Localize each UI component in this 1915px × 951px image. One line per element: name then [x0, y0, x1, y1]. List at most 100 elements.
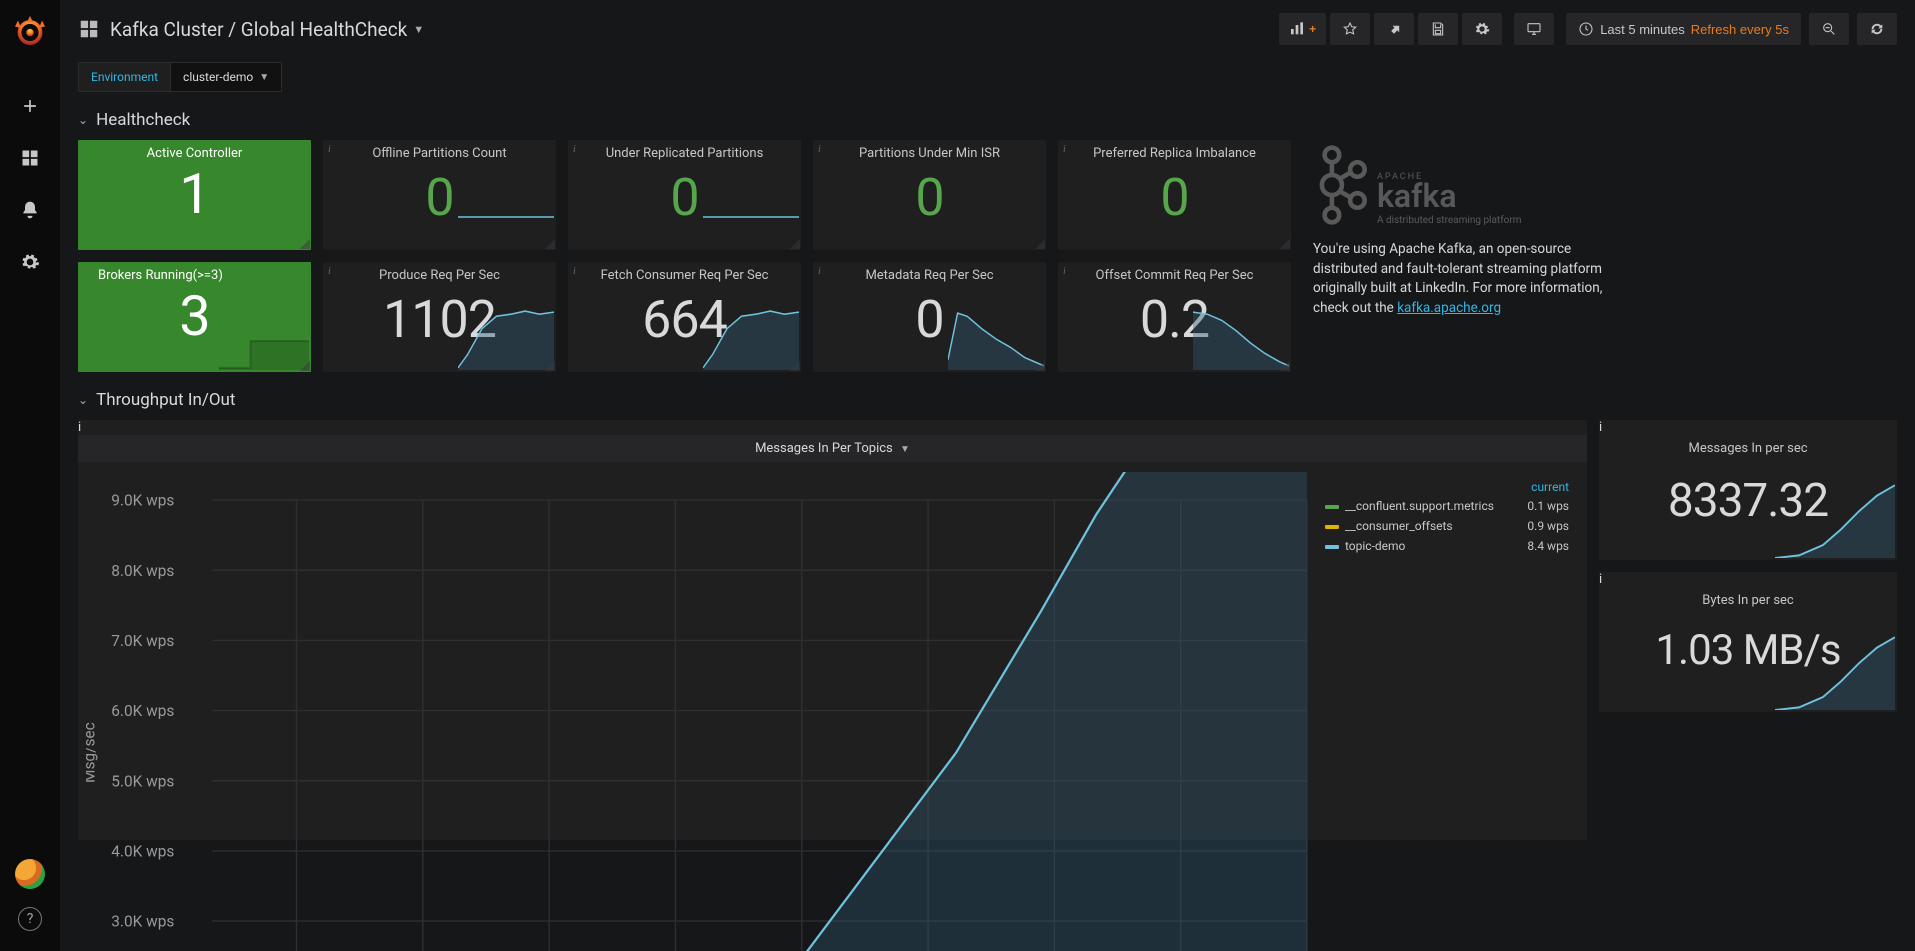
info-icon[interactable]: i: [1063, 144, 1066, 155]
info-icon[interactable]: i: [818, 266, 821, 277]
info-icon[interactable]: i: [1599, 420, 1602, 435]
panel-fetch-consumer[interactable]: i Fetch Consumer Req Per Sec 664: [568, 262, 801, 372]
time-picker-button[interactable]: Last 5 minutes Refresh every 5s: [1566, 13, 1801, 45]
nav-dashboards[interactable]: [10, 138, 50, 178]
bell-icon: [20, 200, 40, 220]
y-tick: 3.0K wps: [111, 913, 174, 931]
y-tick: 5.0K wps: [111, 772, 174, 790]
info-icon[interactable]: i: [818, 144, 821, 155]
chevron-down-icon: ▼: [900, 444, 910, 455]
panel-title: Bytes In per sec: [1599, 587, 1897, 608]
line-chart: 9.0K wps 8.0K wps 7.0K wps 6.0K wps 5.0K…: [86, 472, 1321, 951]
grafana-logo-icon: [12, 13, 48, 49]
info-icon[interactable]: i: [328, 144, 331, 155]
info-icon[interactable]: i: [573, 266, 576, 277]
nav-alerting[interactable]: [10, 190, 50, 230]
panel-messages-in-per-sec[interactable]: i Messages In per sec 8337.32: [1599, 420, 1897, 560]
panel-produce-req[interactable]: i Produce Req Per Sec 1102: [323, 262, 556, 372]
info-icon[interactable]: i: [1063, 266, 1066, 277]
panel-title-bar[interactable]: Messages In Per Topics ▼: [78, 435, 1587, 462]
panel-offset-commit[interactable]: i Offset Commit Req Per Sec 0.2: [1058, 262, 1291, 372]
resize-handle[interactable]: [790, 239, 800, 249]
info-icon[interactable]: i: [83, 144, 86, 155]
template-variable-row: Environment cluster-demo ▼: [78, 62, 1897, 92]
legend-value: 0.9 wps: [1518, 516, 1573, 536]
resize-handle[interactable]: [1035, 239, 1045, 249]
panel-under-replicated[interactable]: i Under Replicated Partitions 0: [568, 140, 801, 250]
info-icon[interactable]: i: [1599, 572, 1602, 587]
side-menu: ?: [0, 0, 60, 951]
panel-title: Brokers Running(>=3): [78, 262, 311, 283]
legend-name: __confluent.support.metrics: [1345, 499, 1494, 513]
resize-handle[interactable]: [1035, 361, 1045, 371]
panel-messages-in-per-topics[interactable]: i Messages In Per Topics ▼: [78, 420, 1587, 840]
save-button[interactable]: [1418, 13, 1458, 45]
legend-row[interactable]: __consumer_offsets 0.9 wps: [1321, 516, 1573, 536]
zoom-out-button[interactable]: [1809, 13, 1849, 45]
row-throughput-toggle[interactable]: ⌄ Throughput In/Out: [78, 390, 236, 410]
dashboard-title[interactable]: Kafka Cluster / Global HealthCheck ▼: [108, 18, 424, 41]
panel-under-min-isr[interactable]: i Partitions Under Min ISR 0: [813, 140, 1046, 250]
variable-value-text: cluster-demo: [183, 70, 253, 84]
refresh-button[interactable]: [1857, 13, 1897, 45]
clock-icon: [1578, 21, 1594, 37]
panel-replica-imbalance[interactable]: i Preferred Replica Imbalance 0: [1058, 140, 1291, 250]
help-button[interactable]: ?: [18, 907, 42, 931]
row-healthcheck-title: Healthcheck: [96, 110, 190, 130]
panel-value: 1: [78, 161, 311, 227]
plus-icon: +: [1309, 22, 1316, 36]
panel-metadata-req[interactable]: i Metadata Req Per Sec 0: [813, 262, 1046, 372]
legend-value: 0.1 wps: [1518, 496, 1573, 516]
info-icon[interactable]: i: [83, 266, 86, 277]
y-tick: 4.0K wps: [111, 843, 174, 861]
star-button[interactable]: [1330, 13, 1370, 45]
legend-header-current: current: [1518, 478, 1573, 496]
legend-row[interactable]: topic-demo 8.4 wps: [1321, 536, 1573, 556]
panel-value: 3: [78, 283, 311, 349]
legend-value: 8.4 wps: [1518, 536, 1573, 556]
nav-configuration[interactable]: [10, 242, 50, 282]
panel-value: 0: [323, 167, 556, 228]
dashboard-title-text: Kafka Cluster / Global HealthCheck: [110, 18, 407, 41]
panel-title: Partitions Under Min ISR: [813, 140, 1046, 161]
legend-row[interactable]: __confluent.support.metrics 0.1 wps: [1321, 496, 1573, 516]
resize-handle[interactable]: [1280, 239, 1290, 249]
panel-bytes-in-per-sec[interactable]: i Bytes In per sec 1.03 MB/s: [1599, 572, 1897, 712]
info-icon[interactable]: i: [78, 420, 1587, 435]
info-icon[interactable]: i: [573, 144, 576, 155]
variable-value-dropdown[interactable]: cluster-demo ▼: [170, 62, 282, 92]
kafka-logo-icon: [1313, 144, 1369, 226]
add-panel-button[interactable]: +: [1279, 13, 1326, 45]
panel-offline-partitions[interactable]: i Offline Partitions Count 0: [323, 140, 556, 250]
panel-title: Under Replicated Partitions: [568, 140, 801, 161]
kafka-link[interactable]: kafka.apache.org: [1397, 300, 1501, 316]
resize-handle[interactable]: [300, 361, 310, 371]
panel-brokers-running[interactable]: i Brokers Running(>=3) 3: [78, 262, 311, 372]
grafana-logo[interactable]: [11, 12, 49, 50]
gear-icon: [1474, 21, 1490, 37]
settings-button[interactable]: [1462, 13, 1502, 45]
share-button[interactable]: [1374, 13, 1414, 45]
dashboard-nav-icon[interactable]: [78, 18, 100, 40]
resize-handle[interactable]: [790, 361, 800, 371]
dashboard-icon: [78, 18, 100, 40]
refresh-interval-label: Refresh every 5s: [1691, 22, 1789, 37]
panel-title: Messages In Per Topics: [755, 441, 893, 456]
row-healthcheck-toggle[interactable]: ⌄ Healthcheck: [78, 110, 190, 130]
zoom-out-icon: [1821, 21, 1837, 37]
panel-title: Active Controller: [78, 140, 311, 161]
y-tick: 7.0K wps: [111, 632, 174, 650]
panel-active-controller[interactable]: i Active Controller 1: [78, 140, 311, 250]
resize-handle[interactable]: [545, 239, 555, 249]
info-icon[interactable]: i: [328, 266, 331, 277]
chevron-down-icon: ▼: [413, 23, 424, 36]
resize-handle[interactable]: [1280, 361, 1290, 371]
nav-create[interactable]: [10, 86, 50, 126]
panel-value: 1102: [323, 289, 556, 350]
cycle-view-button[interactable]: [1514, 13, 1554, 45]
chevron-down-icon: ⌄: [78, 113, 88, 127]
user-avatar[interactable]: [15, 859, 45, 889]
panel-title: Produce Req Per Sec: [323, 262, 556, 283]
resize-handle[interactable]: [545, 361, 555, 371]
resize-handle[interactable]: [300, 239, 310, 249]
